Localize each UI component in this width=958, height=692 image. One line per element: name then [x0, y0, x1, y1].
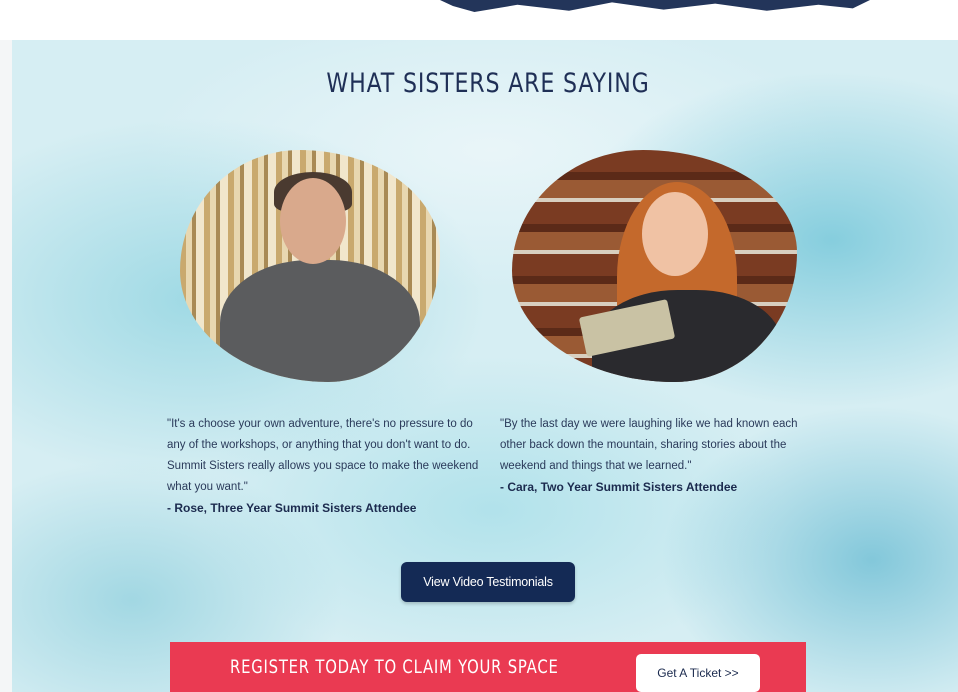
testimonial-quote: "By the last day we were laughing like w… [500, 418, 798, 472]
photo-subject-body [220, 260, 420, 382]
top-header-strip [0, 0, 958, 40]
register-banner: REGISTER TODAY TO CLAIM YOUR SPACE Get A… [170, 642, 806, 692]
testimonial-quote: "It's a choose your own adventure, there… [167, 418, 479, 493]
photo-subject-face [642, 192, 708, 276]
register-banner-text: REGISTER TODAY TO CLAIM YOUR SPACE [230, 656, 559, 678]
photo-subject-face [280, 178, 346, 264]
testimonial-attribution: - Rose, Three Year Summit Sisters Attend… [167, 501, 417, 515]
get-a-ticket-button[interactable]: Get A Ticket >> [636, 654, 760, 692]
view-video-testimonials-button[interactable]: View Video Testimonials [401, 562, 575, 602]
testimonial-rose: "It's a choose your own adventure, there… [167, 414, 485, 519]
testimonial-cara: "By the last day we were laughing like w… [500, 414, 804, 498]
decorative-brush-stroke [440, 0, 870, 12]
testimonial-attribution: - Cara, Two Year Summit Sisters Attendee [500, 480, 738, 494]
section-title: WHAT SISTERS ARE SAYING [326, 68, 650, 99]
